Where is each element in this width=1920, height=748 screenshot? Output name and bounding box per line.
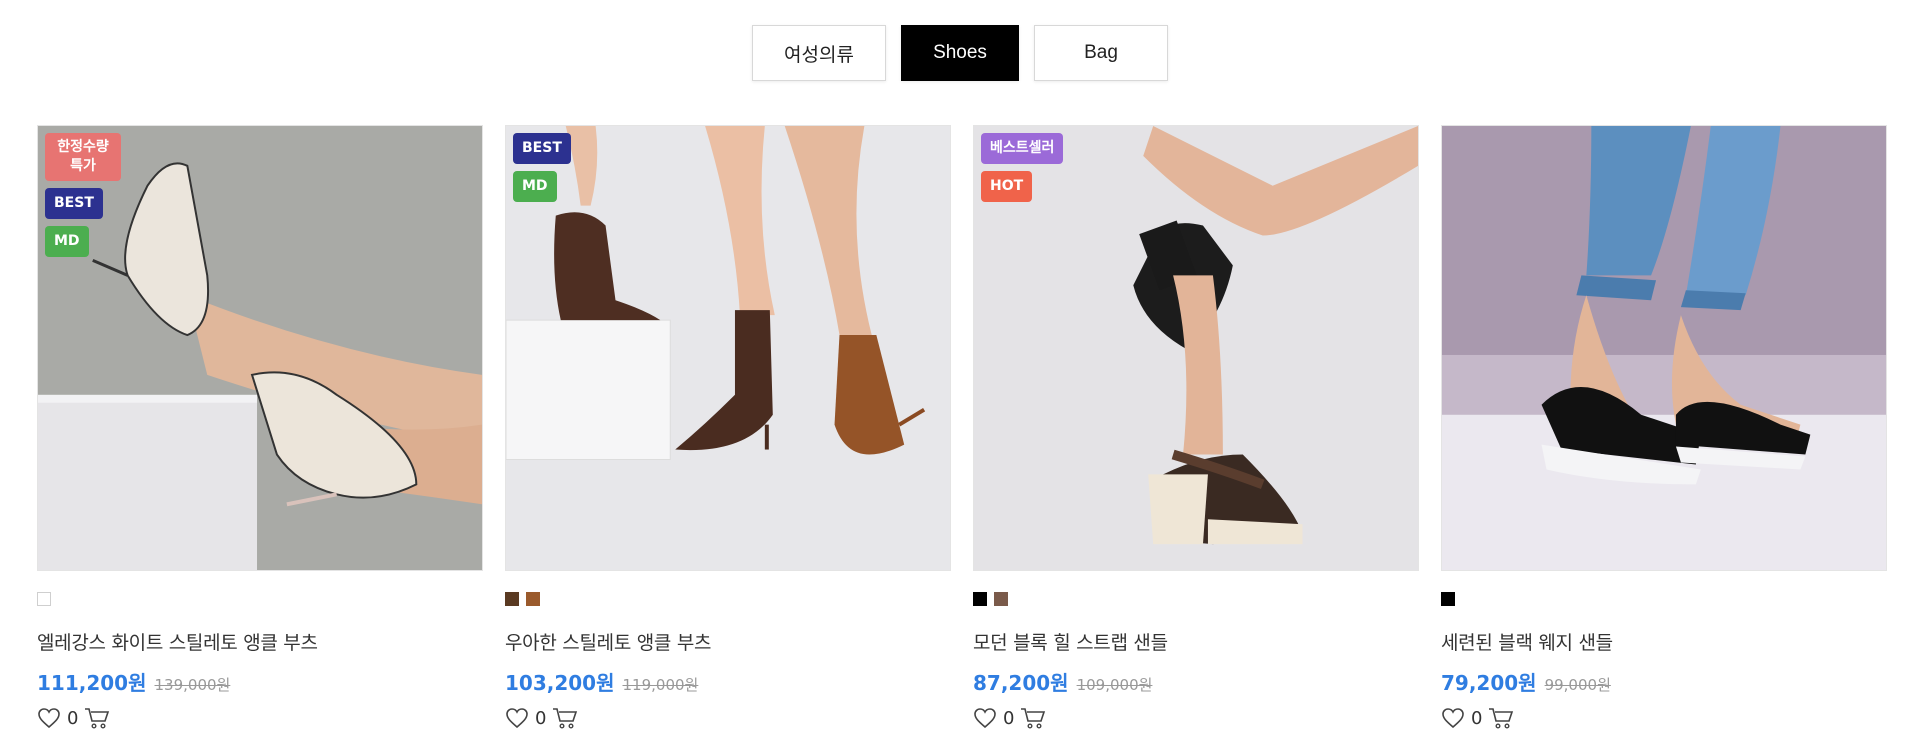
product-grid: 한정수량 특가 BEST MD 엘레강스 화이트 스틸레토 앵클 부츠 111,…: [37, 125, 1887, 730]
best-badge: BEST: [45, 187, 103, 219]
like-count: 0: [67, 707, 79, 729]
color-swatches: [505, 592, 951, 606]
cart-icon[interactable]: [552, 706, 578, 730]
limited-deal-badge: 한정수량 특가: [45, 133, 121, 181]
heart-icon[interactable]: [973, 707, 997, 729]
tab-bag[interactable]: Bag: [1034, 25, 1168, 81]
hot-badge: HOT: [981, 170, 1033, 202]
brown-ankle-boots-photo: [506, 126, 950, 570]
product-image[interactable]: 베스트셀러 HOT: [973, 125, 1419, 571]
product-card[interactable]: 세련된 블랙 웨지 샌들 79,200원 99,000원 0: [1441, 125, 1887, 730]
sale-price: 79,200원: [1441, 671, 1537, 695]
product-card[interactable]: BEST MD 우아한 스틸레토 앵클 부츠 103,200원 119,000원…: [505, 125, 951, 730]
cart-icon[interactable]: [1488, 706, 1514, 730]
badge-list: 한정수량 특가 BEST MD: [45, 133, 121, 257]
md-badge: MD: [45, 225, 89, 257]
badge-list: BEST MD: [513, 133, 571, 202]
category-tabs: 여성의류 Shoes Bag: [0, 25, 1920, 81]
sale-price: 111,200원: [37, 671, 147, 695]
color-swatch[interactable]: [973, 592, 987, 606]
product-image[interactable]: 한정수량 특가 BEST MD: [37, 125, 483, 571]
cart-icon[interactable]: [84, 706, 110, 730]
color-swatches: [37, 592, 483, 606]
original-price: 139,000원: [154, 676, 231, 694]
price-row: 87,200원 109,000원: [973, 667, 1419, 696]
product-image[interactable]: BEST MD: [505, 125, 951, 571]
product-name[interactable]: 모던 블록 힐 스트랩 샌들: [973, 628, 1419, 655]
product-name[interactable]: 엘레강스 화이트 스틸레토 앵클 부츠: [37, 628, 483, 655]
original-price: 119,000원: [622, 676, 699, 694]
like-count: 0: [1003, 707, 1015, 729]
heart-icon[interactable]: [37, 707, 61, 729]
price-row: 111,200원 139,000원: [37, 667, 483, 696]
color-swatch[interactable]: [37, 592, 51, 606]
tab-womens-clothing[interactable]: 여성의류: [752, 25, 886, 81]
sale-price: 87,200원: [973, 671, 1069, 695]
product-image[interactable]: [1441, 125, 1887, 571]
black-wedge-sandals-photo: [1442, 126, 1886, 570]
product-card[interactable]: 베스트셀러 HOT 모던 블록 힐 스트랩 샌들 87,200원 109,000…: [973, 125, 1419, 730]
original-price: 109,000원: [1076, 676, 1153, 694]
color-swatch[interactable]: [1441, 592, 1455, 606]
product-actions: 0: [505, 706, 951, 730]
best-badge: BEST: [513, 133, 571, 164]
badge-list: 베스트셀러 HOT: [981, 133, 1064, 202]
color-swatches: [1441, 592, 1887, 606]
product-actions: 0: [37, 706, 483, 730]
price-row: 103,200원 119,000원: [505, 667, 951, 696]
md-badge: MD: [513, 170, 557, 202]
product-name[interactable]: 우아한 스틸레토 앵클 부츠: [505, 628, 951, 655]
color-swatches: [973, 592, 1419, 606]
heart-icon[interactable]: [1441, 707, 1465, 729]
price-row: 79,200원 99,000원: [1441, 667, 1887, 696]
color-swatch[interactable]: [505, 592, 519, 606]
product-name[interactable]: 세련된 블랙 웨지 샌들: [1441, 628, 1887, 655]
tab-shoes[interactable]: Shoes: [901, 25, 1019, 81]
like-count: 0: [535, 707, 547, 729]
cart-icon[interactable]: [1020, 706, 1046, 730]
color-swatch[interactable]: [994, 592, 1008, 606]
product-actions: 0: [973, 706, 1419, 730]
original-price: 99,000원: [1544, 676, 1611, 694]
like-count: 0: [1471, 707, 1483, 729]
product-card[interactable]: 한정수량 특가 BEST MD 엘레강스 화이트 스틸레토 앵클 부츠 111,…: [37, 125, 483, 730]
sale-price: 103,200원: [505, 671, 615, 695]
product-actions: 0: [1441, 706, 1887, 730]
color-swatch[interactable]: [526, 592, 540, 606]
bestseller-badge: 베스트셀러: [981, 133, 1064, 164]
heart-icon[interactable]: [505, 707, 529, 729]
